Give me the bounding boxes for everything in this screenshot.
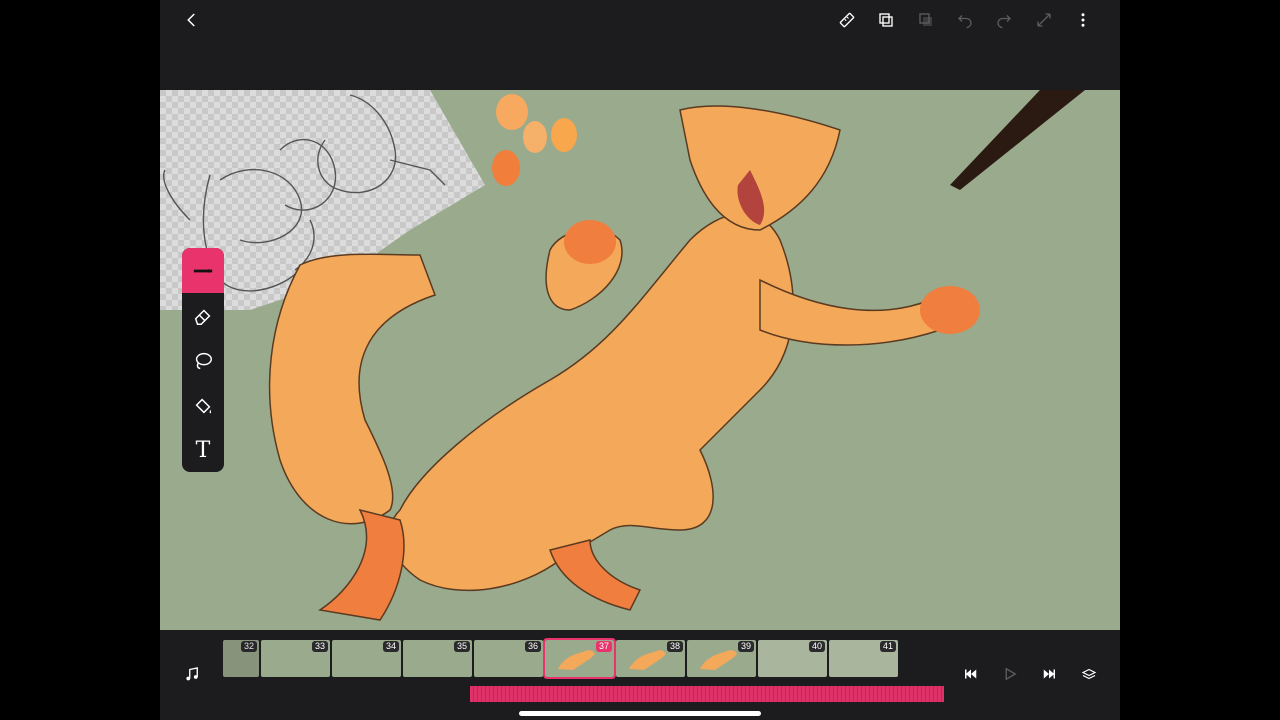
frame-strip: 32 33 34 35 36 37 38 39 40 41	[223, 638, 943, 679]
top-toolbar	[160, 0, 1120, 90]
frame-number: 39	[737, 641, 754, 652]
color-swatch	[496, 94, 528, 130]
frame-number: 32	[240, 641, 257, 652]
frame-thumb[interactable]: 34	[332, 640, 401, 677]
layers-button[interactable]	[1077, 662, 1101, 686]
audio-button[interactable]	[180, 662, 204, 686]
skip-forward-icon	[1043, 669, 1055, 679]
branch-shape	[950, 90, 1085, 190]
color-swatch	[551, 118, 577, 152]
color-swatch	[523, 121, 547, 153]
more-vertical-icon	[1081, 13, 1085, 27]
skip-back-icon	[965, 669, 977, 679]
frame-thumb[interactable]: 32	[223, 640, 259, 677]
frame-thumb[interactable]: 41	[829, 640, 898, 677]
text-tool[interactable]: T	[182, 428, 224, 472]
eraser-tool[interactable]	[182, 293, 224, 338]
resize-button[interactable]	[1032, 8, 1056, 32]
undo-icon	[958, 15, 972, 29]
frame-number: 36	[524, 641, 541, 652]
timeline-panel: 32 33 34 35 36 37 38 39 40 41	[160, 630, 1120, 720]
frame-number: 41	[879, 641, 896, 652]
play-icon	[1005, 667, 1017, 681]
fill-tool[interactable]	[182, 383, 224, 428]
lasso-tool[interactable]	[182, 338, 224, 383]
app-window: T 32 33 34 35 36 37 38 39 40 41	[160, 0, 1120, 720]
brush-tool[interactable]	[182, 248, 224, 293]
frame-thumb[interactable]: 40	[758, 640, 827, 677]
redo-button[interactable]	[992, 8, 1016, 32]
eraser-icon	[194, 308, 211, 325]
resize-icon	[1037, 13, 1051, 27]
layers-icon	[919, 13, 932, 26]
ruler-button[interactable]	[835, 8, 859, 32]
layers-copy-icon	[879, 13, 893, 27]
artwork	[160, 90, 1085, 621]
tool-palette: T	[182, 248, 224, 472]
frame-number: 34	[382, 641, 399, 652]
redo-icon	[997, 15, 1011, 29]
frame-number: 38	[666, 641, 683, 652]
back-button[interactable]	[180, 8, 204, 32]
text-icon: T	[195, 438, 211, 463]
brush-icon	[193, 268, 213, 273]
play-button[interactable]	[998, 662, 1022, 686]
undo-button[interactable]	[953, 8, 977, 32]
home-indicator[interactable]	[519, 711, 761, 716]
frame-thumb[interactable]: 35	[403, 640, 472, 677]
audio-waveform[interactable]	[470, 686, 944, 702]
ruler-icon	[839, 12, 855, 28]
frame-thumb-current[interactable]: 37	[543, 638, 616, 679]
frame-thumb[interactable]: 36	[474, 640, 543, 677]
paste-button[interactable]	[914, 8, 938, 32]
frame-number: 33	[311, 641, 328, 652]
music-icon	[186, 667, 198, 681]
more-button[interactable]	[1071, 8, 1095, 32]
frame-number: 35	[453, 641, 470, 652]
frame-number: 37	[595, 641, 612, 652]
lasso-icon	[195, 352, 212, 369]
frame-number: 40	[808, 641, 825, 652]
duplicate-button[interactable]	[874, 8, 898, 32]
chevron-left-icon	[187, 13, 195, 27]
drawing-canvas[interactable]: T	[160, 90, 1120, 630]
skip-back-button[interactable]	[959, 662, 983, 686]
color-swatch	[492, 150, 520, 186]
frame-thumb[interactable]: 39	[687, 640, 756, 677]
frame-thumb[interactable]: 38	[616, 640, 685, 677]
skip-forward-button[interactable]	[1037, 662, 1061, 686]
layers-stack-icon	[1081, 668, 1097, 680]
frame-thumb[interactable]: 33	[261, 640, 330, 677]
fill-bucket-icon	[195, 398, 212, 413]
